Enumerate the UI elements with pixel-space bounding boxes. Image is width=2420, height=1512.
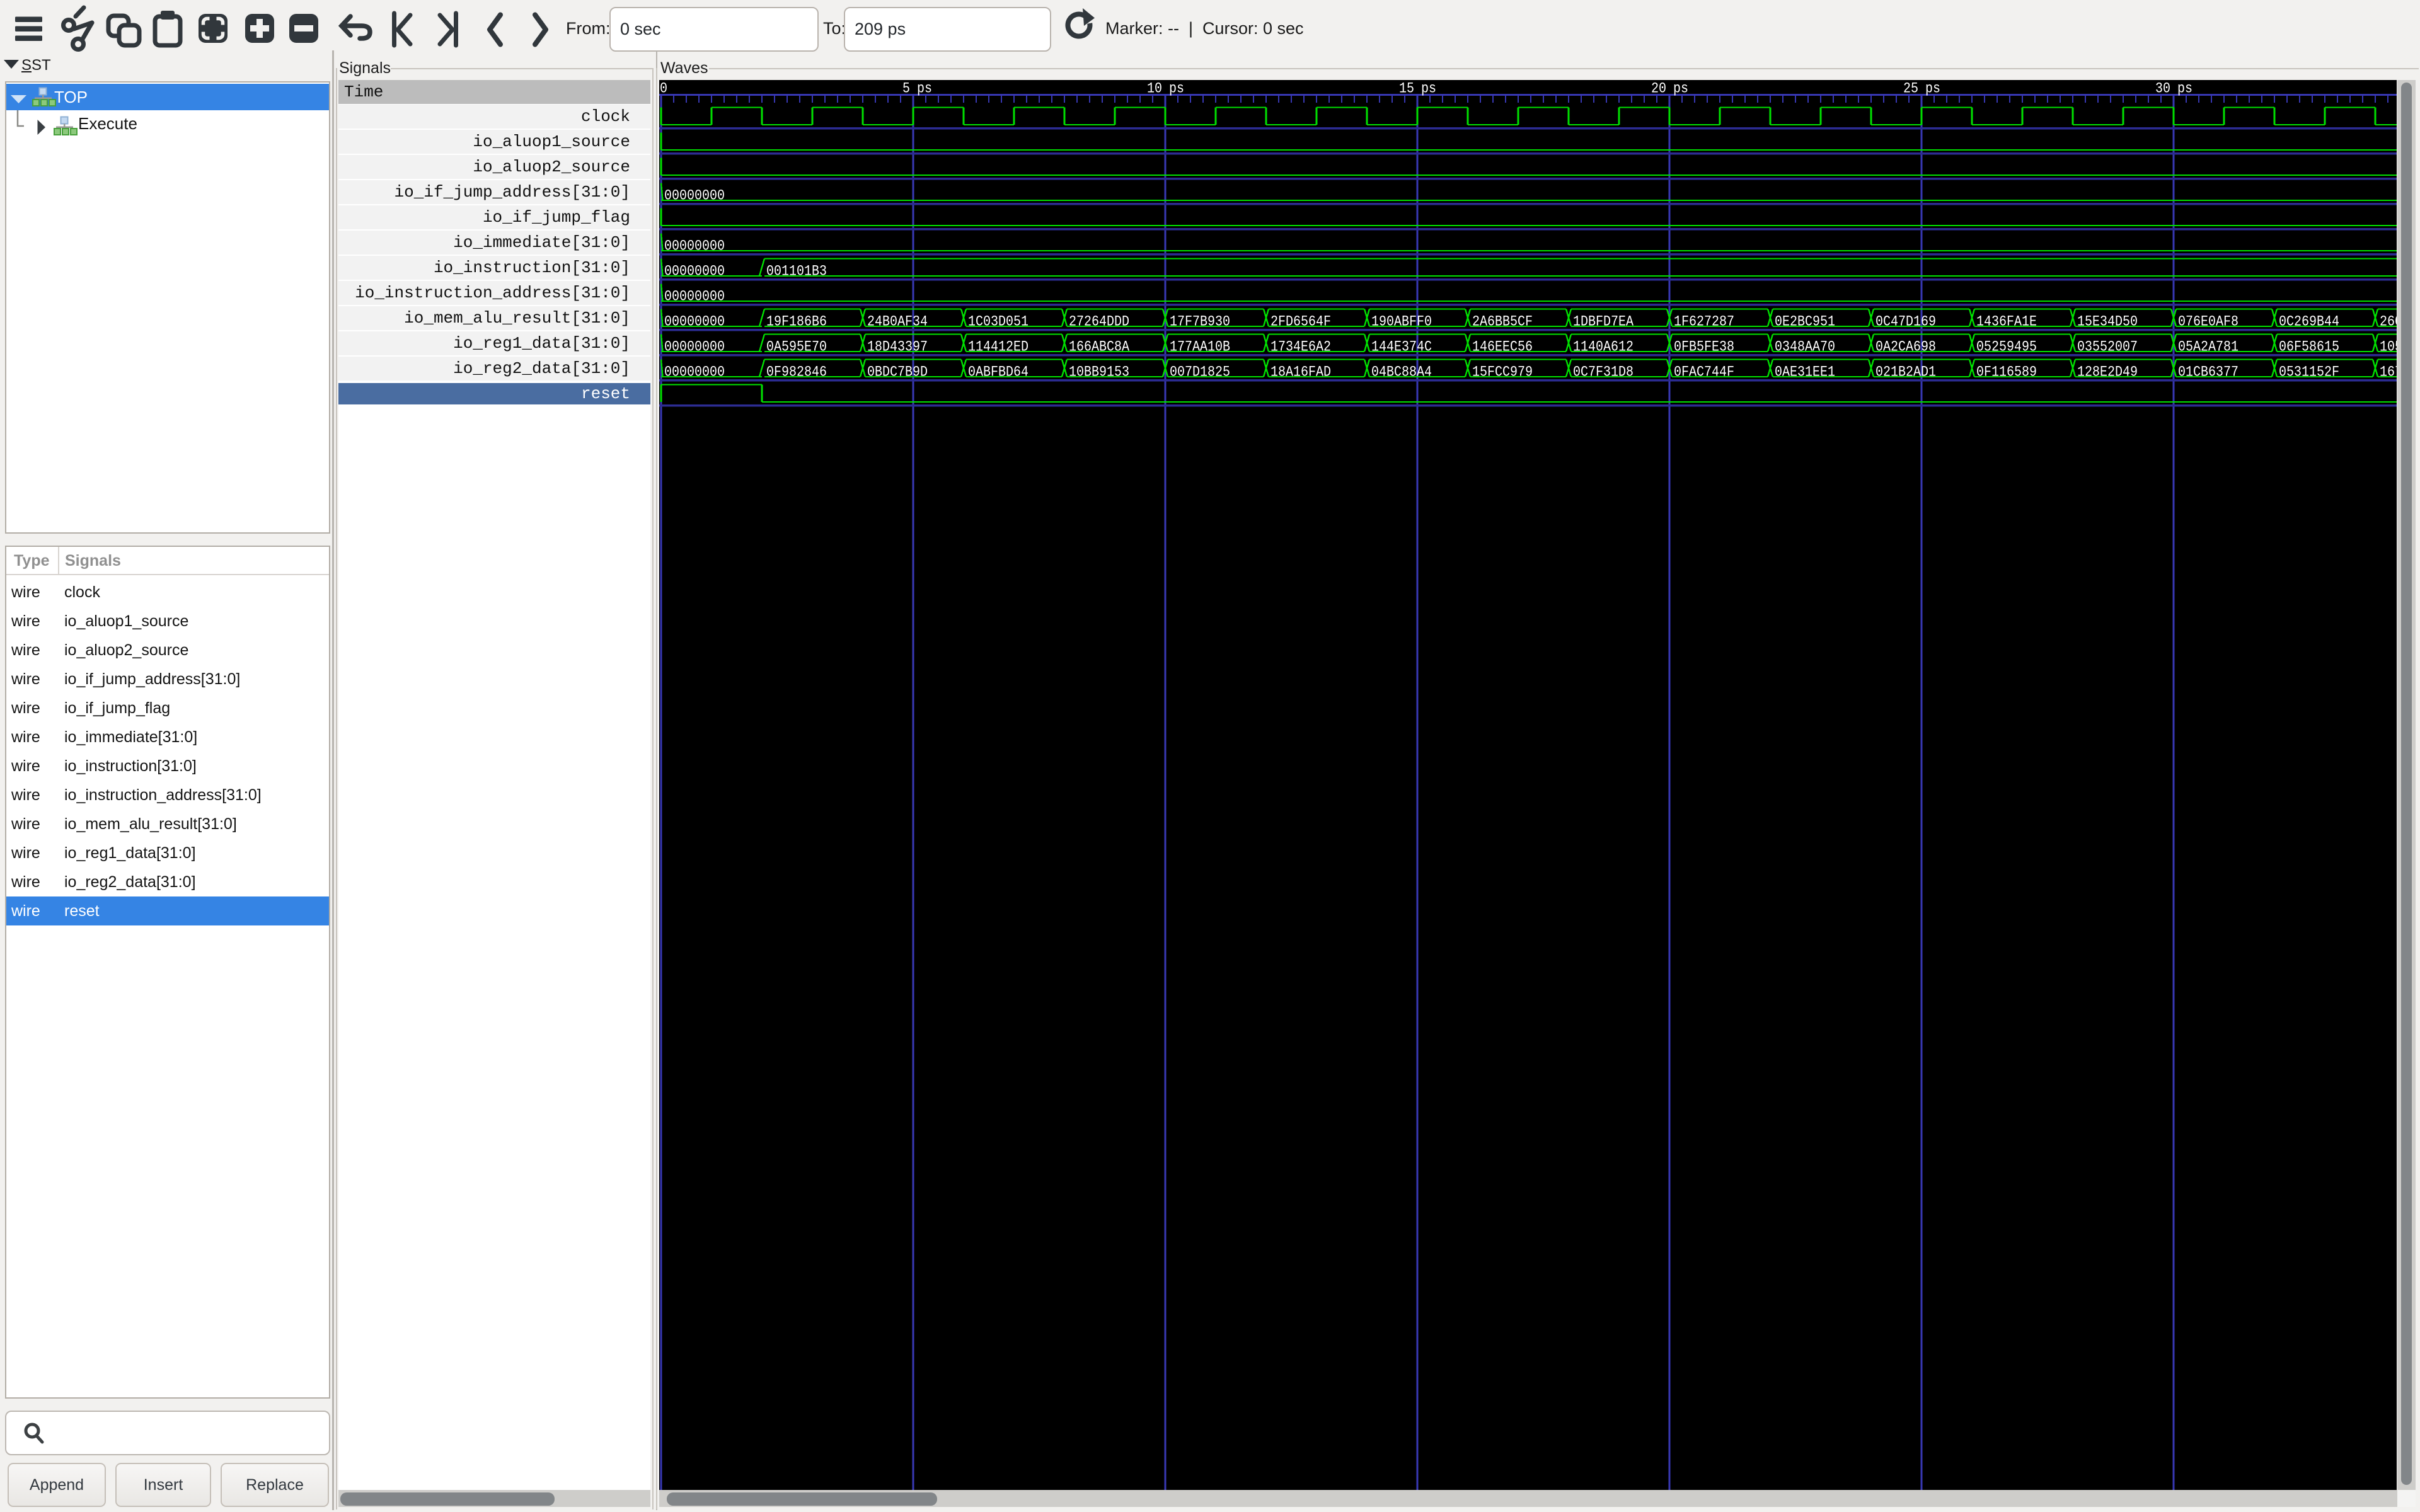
svg-text:1F627287: 1F627287 [1674,314,1734,330]
svg-text:15: 15 [1399,81,1414,97]
svg-text:20: 20 [1651,81,1666,97]
svg-text:177AA10B: 177AA10B [1170,339,1230,355]
svg-text:30: 30 [2155,81,2170,97]
svg-text:146EEC56: 146EEC56 [1472,339,1533,355]
svg-text:128E2D49: 128E2D49 [2077,364,2138,381]
svg-text:00000000: 00000000 [664,263,725,280]
svg-text:01CB6377: 01CB6377 [2178,364,2238,381]
svg-text:0FB5FE38: 0FB5FE38 [1674,339,1734,355]
svg-text:05259495: 05259495 [1976,339,2037,355]
svg-text:ps: ps [917,81,932,97]
svg-text:ps: ps [1673,81,1688,97]
svg-text:18D43397: 18D43397 [867,339,928,355]
svg-text:2A6BB5CF: 2A6BB5CF [1472,314,1533,330]
svg-text:0A2CA698: 0A2CA698 [1876,339,1936,355]
svg-text:05A2A781: 05A2A781 [2178,339,2238,355]
svg-text:00000000: 00000000 [664,339,725,355]
svg-text:0E2BC951: 0E2BC951 [1775,314,1835,330]
svg-text:24B0AF34: 24B0AF34 [867,314,928,330]
svg-text:0C269B44: 0C269B44 [2279,314,2339,330]
svg-text:5: 5 [902,81,910,97]
svg-text:19F186B6: 19F186B6 [766,314,827,330]
svg-text:114412ED: 114412ED [968,339,1028,355]
svg-text:0F116589: 0F116589 [1976,364,2037,381]
svg-text:04BC88A4: 04BC88A4 [1371,364,1432,381]
svg-text:15FCC979: 15FCC979 [1472,364,1533,381]
svg-text:03552007: 03552007 [2077,339,2138,355]
svg-text:1436FA1E: 1436FA1E [1976,314,2037,330]
svg-text:0531152F: 0531152F [2279,364,2339,381]
svg-text:ps: ps [2177,81,2192,97]
svg-text:25: 25 [1903,81,1918,97]
svg-text:1DBFD7EA: 1DBFD7EA [1573,314,1634,330]
svg-text:0FAC744F: 0FAC744F [1674,364,1734,381]
svg-text:144E374C: 144E374C [1371,339,1432,355]
svg-text:007D1825: 007D1825 [1170,364,1230,381]
svg-text:27264DDD: 27264DDD [1069,314,1129,330]
svg-text:1140A612: 1140A612 [1573,339,1634,355]
svg-text:00000000: 00000000 [664,188,725,204]
svg-text:06F58615: 06F58615 [2279,339,2339,355]
svg-text:1C03D051: 1C03D051 [968,314,1028,330]
svg-text:00000000: 00000000 [664,238,725,255]
svg-text:0A595E70: 0A595E70 [766,339,827,355]
svg-text:190ABFF0: 190ABFF0 [1371,314,1432,330]
svg-text:021B2AD1: 021B2AD1 [1876,364,1936,381]
svg-text:00000000: 00000000 [664,314,725,330]
svg-text:076E0AF8: 076E0AF8 [2178,314,2238,330]
svg-text:ps: ps [1169,81,1184,97]
svg-text:00000000: 00000000 [664,364,725,381]
svg-text:2FD6564F: 2FD6564F [1270,314,1331,330]
svg-text:0BDC7B9D: 0BDC7B9D [867,364,928,381]
svg-text:001101B3: 001101B3 [766,263,827,280]
svg-text:17F7B930: 17F7B930 [1170,314,1230,330]
svg-text:0ABFBD64: 0ABFBD64 [968,364,1028,381]
svg-text:0: 0 [660,81,667,97]
svg-text:15E34D50: 15E34D50 [2077,314,2138,330]
svg-text:0348AA70: 0348AA70 [1775,339,1835,355]
svg-text:0C7F31D8: 0C7F31D8 [1573,364,1634,381]
svg-text:10BB9153: 10BB9153 [1069,364,1129,381]
svg-text:166ABC8A: 166ABC8A [1069,339,1129,355]
svg-text:0F982846: 0F982846 [766,364,827,381]
svg-text:00000000: 00000000 [664,289,725,305]
svg-text:105E2C9A: 105E2C9A [2380,339,2397,355]
svg-text:0AE31EE1: 0AE31EE1 [1775,364,1835,381]
svg-text:1671A4B2: 1671A4B2 [2380,364,2397,381]
svg-text:ps: ps [1421,81,1436,97]
svg-text:18A16FAD: 18A16FAD [1270,364,1331,381]
svg-text:1734E6A2: 1734E6A2 [1270,339,1331,355]
svg-text:0C47D169: 0C47D169 [1876,314,1936,330]
svg-text:260C6DC4: 260C6DC4 [2380,314,2397,330]
svg-text:10: 10 [1147,81,1162,97]
svg-text:ps: ps [1925,81,1940,97]
